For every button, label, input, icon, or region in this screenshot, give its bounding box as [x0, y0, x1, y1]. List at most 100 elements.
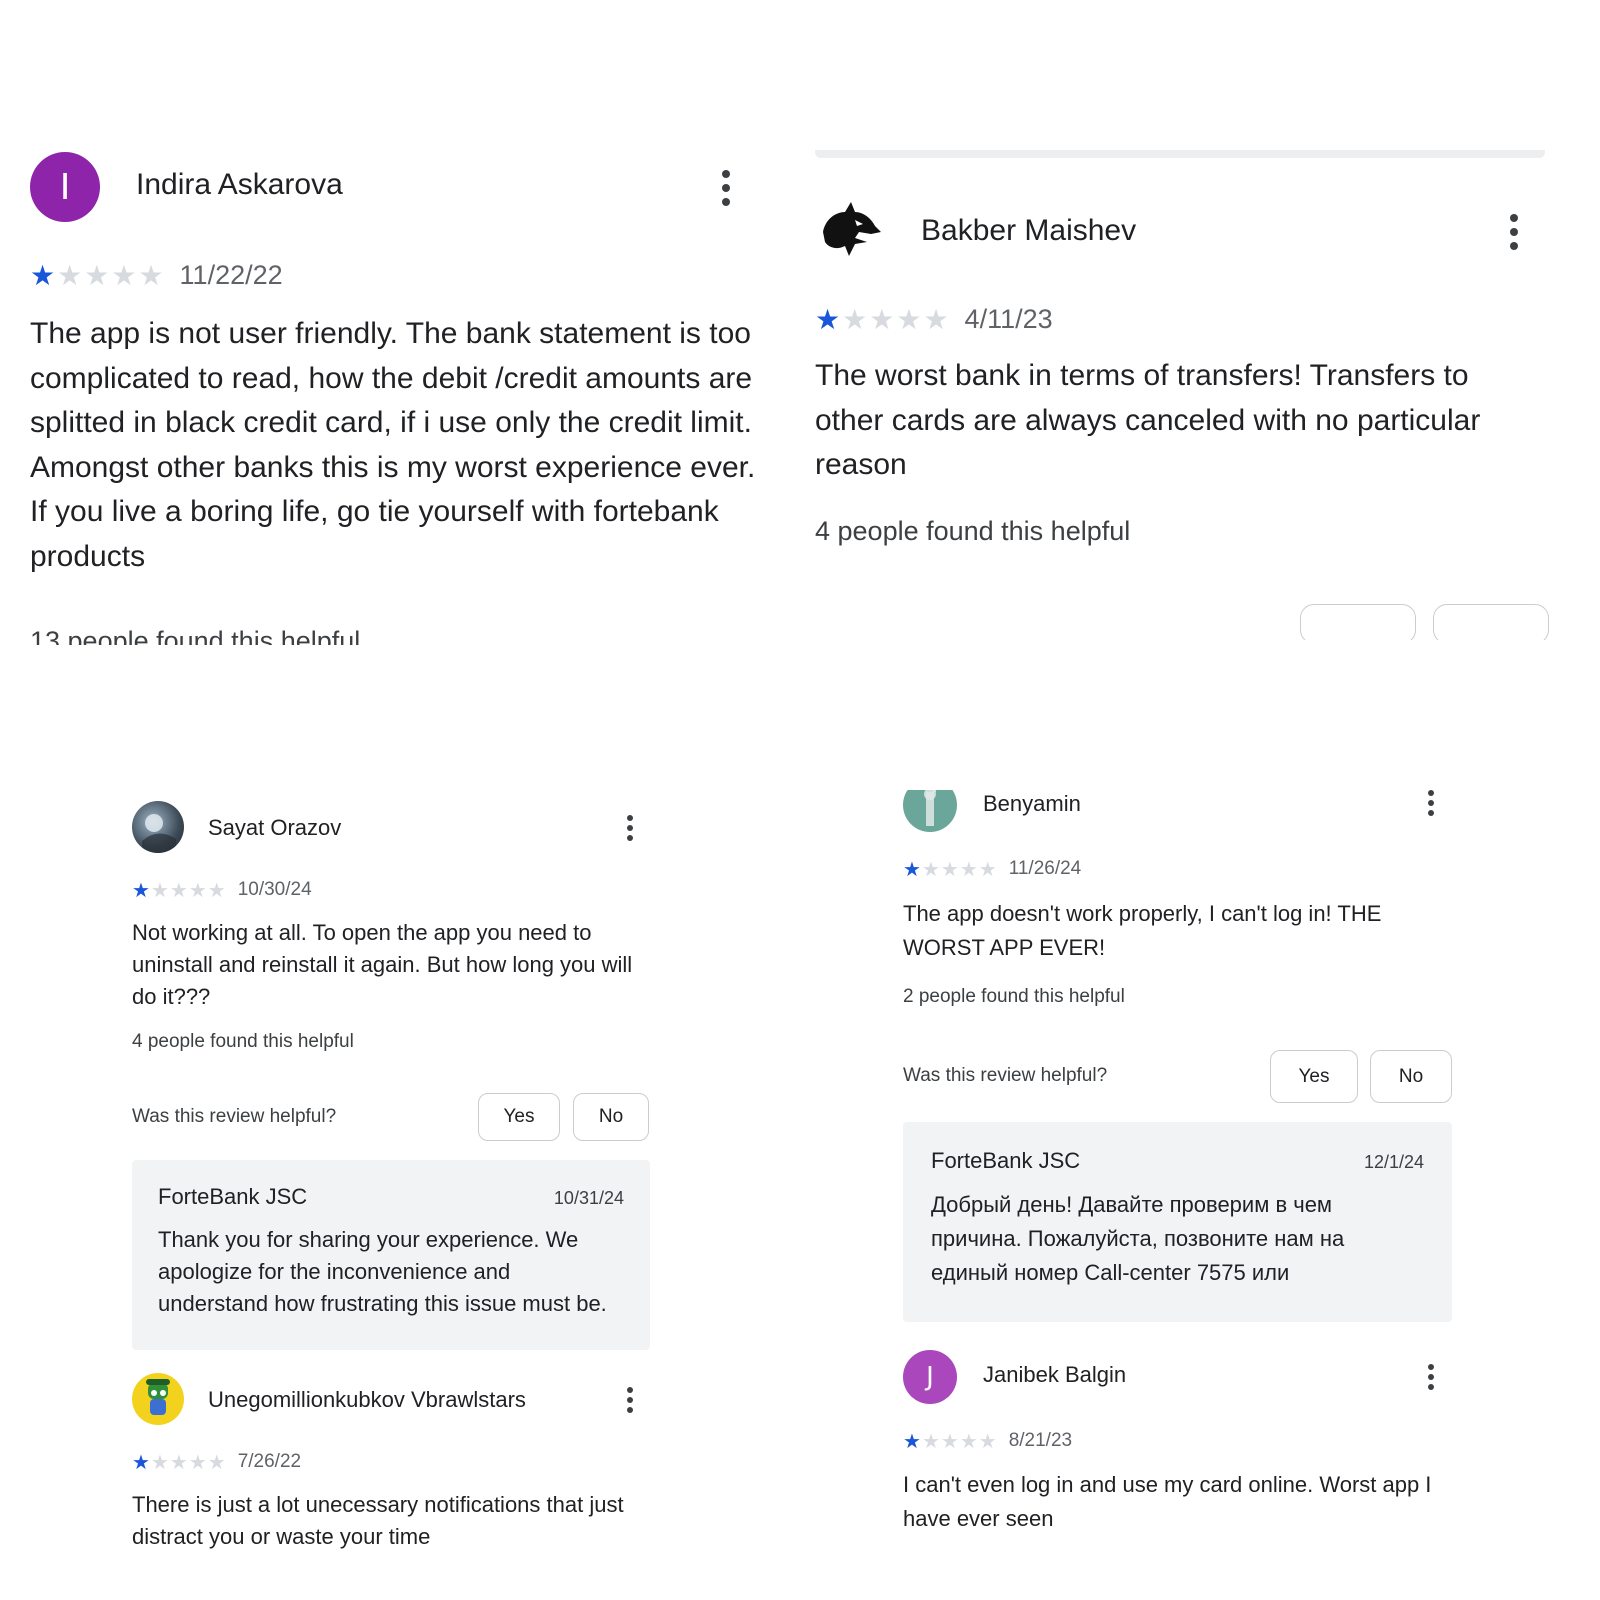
reply-date: 10/31/24 [553, 1188, 624, 1208]
star-filled-icon: ★ [903, 1429, 921, 1453]
reply-text: Thank you for sharing your experience. W… [158, 1227, 607, 1316]
star-empty-icon: ★ [188, 1450, 207, 1474]
helpful-count: 4 people found this helpful [815, 516, 1131, 546]
star-empty-icon: ★ [978, 1429, 997, 1453]
star-empty-icon: ★ [940, 1429, 959, 1453]
review-text: I can't even log in and use my card onli… [903, 1472, 1432, 1531]
rating-row: ★ ★ ★ ★ ★ 10/30/24 [132, 879, 312, 901]
star-empty-icon: ★ [57, 258, 83, 292]
star-empty-icon: ★ [150, 878, 169, 902]
review-text: The app doesn't work properly, I can't l… [903, 901, 1382, 960]
avatar [132, 801, 184, 853]
star-empty-icon: ★ [978, 857, 997, 881]
rating-row: ★ ★ ★ ★ ★ 7/26/22 [132, 1451, 301, 1473]
star-rating: ★ ★ ★ ★ ★ [132, 1452, 226, 1472]
more-options-icon[interactable] [625, 815, 635, 841]
star-empty-icon: ★ [842, 302, 868, 336]
developer-reply: ForteBank JSC 12/1/24 Добрый день! Давай… [903, 1122, 1452, 1322]
wolf-icon [823, 202, 881, 256]
rating-row: ★ ★ ★ ★ ★ 11/22/22 [30, 260, 283, 291]
star-filled-icon: ★ [132, 1450, 150, 1474]
star-rating: ★ ★ ★ ★ ★ [903, 859, 997, 879]
helpful-question: Was this review helpful? [903, 1065, 1108, 1086]
yes-button[interactable]: Yes [478, 1093, 560, 1141]
reply-author: ForteBank JSC [931, 1148, 1081, 1173]
star-rating: ★ ★ ★ ★ ★ [132, 880, 226, 900]
review-date: 7/26/22 [237, 1451, 302, 1472]
helpful-count: 4 people found this helpful [132, 1031, 354, 1052]
star-empty-icon: ★ [896, 302, 922, 336]
star-filled-icon: ★ [903, 857, 921, 881]
statue-avatar-icon [924, 790, 936, 826]
reviewer-name: Bakber Maishev [921, 214, 1137, 247]
no-button[interactable]: No [573, 1093, 649, 1141]
star-filled-icon: ★ [815, 302, 841, 336]
star-empty-icon: ★ [169, 878, 188, 902]
star-empty-icon: ★ [869, 302, 895, 336]
rating-row: ★ ★ ★ ★ ★ 4/11/23 [815, 304, 1053, 335]
star-empty-icon: ★ [921, 1429, 940, 1453]
review-date: 11/22/22 [179, 260, 283, 290]
star-empty-icon: ★ [921, 857, 940, 881]
reviewer-name: Sayat Orazov [208, 815, 342, 840]
reviewer-name: Indira Askarova [136, 168, 343, 201]
star-empty-icon: ★ [188, 878, 207, 902]
reviewer-name: Janibek Balgin [983, 1362, 1127, 1387]
review-date: 4/11/23 [964, 304, 1053, 334]
star-empty-icon: ★ [138, 258, 164, 292]
star-empty-icon: ★ [959, 1429, 978, 1453]
reviewer-name: Benyamin [983, 791, 1081, 816]
no-button[interactable]: No [1370, 1050, 1452, 1103]
no-button[interactable] [1433, 604, 1549, 640]
star-empty-icon: ★ [923, 302, 949, 336]
screenshot-bottom-right: Benyamin ★ ★ ★ ★ ★ 11/26/24 The app does… [903, 790, 1473, 1600]
review-text: The worst bank in terms of transfers! Tr… [815, 359, 1481, 481]
reply-author: ForteBank JSC [158, 1184, 308, 1209]
star-filled-icon: ★ [30, 258, 56, 292]
star-rating: ★ ★ ★ ★ ★ [30, 258, 164, 292]
avatar [903, 790, 957, 832]
screenshot-top-left: I Indira Askarova ★ ★ ★ ★ ★ 11/22/22 The… [0, 130, 790, 645]
avatar [815, 198, 885, 268]
review-text: The app is not user friendly. The bank s… [30, 317, 756, 573]
star-filled-icon: ★ [132, 878, 150, 902]
more-options-icon[interactable] [625, 1387, 635, 1413]
star-empty-icon: ★ [111, 258, 137, 292]
avatar-initial: J [926, 1362, 934, 1392]
developer-reply: ForteBank JSC 10/31/24 Thank you for sha… [132, 1160, 650, 1350]
avatar [132, 1373, 184, 1425]
review-date: 8/21/23 [1008, 1430, 1073, 1451]
screenshot-bottom-left: Sayat Orazov ★ ★ ★ ★ ★ 10/30/24 Not work… [132, 795, 672, 1595]
photo-avatar-icon [142, 814, 176, 853]
star-empty-icon: ★ [84, 258, 110, 292]
yes-button[interactable] [1300, 604, 1416, 640]
more-options-icon[interactable] [1426, 790, 1436, 816]
review-text: Not working at all. To open the app you … [132, 920, 633, 1009]
more-options-icon[interactable] [719, 170, 733, 206]
review-date: 11/26/24 [1008, 858, 1082, 879]
rating-row: ★ ★ ★ ★ ★ 11/26/24 [903, 858, 1081, 880]
star-empty-icon: ★ [207, 1450, 226, 1474]
star-empty-icon: ★ [959, 857, 978, 881]
more-options-icon[interactable] [1507, 214, 1521, 250]
reviewer-name: Unegomillionkubkov Vbrawlstars [208, 1387, 526, 1412]
avatar-initial: I [59, 166, 71, 208]
star-rating: ★ ★ ★ ★ ★ [903, 1431, 997, 1451]
rating-row: ★ ★ ★ ★ ★ 8/21/23 [903, 1430, 1072, 1452]
screenshot-top-right: Bakber Maishev ★ ★ ★ ★ ★ 4/11/23 The wor… [815, 150, 1575, 640]
yes-button[interactable]: Yes [1270, 1050, 1358, 1103]
review-text: There is just a lot unecessary notificat… [132, 1492, 624, 1549]
more-options-icon[interactable] [1426, 1364, 1436, 1390]
helpful-question: Was this review helpful? [132, 1106, 337, 1127]
helpful-count: 13 people found this helpful [30, 626, 361, 645]
divider [815, 150, 1545, 158]
star-empty-icon: ★ [207, 878, 226, 902]
avatar: I [30, 152, 100, 222]
star-empty-icon: ★ [940, 857, 959, 881]
star-empty-icon: ★ [150, 1450, 169, 1474]
reply-date: 12/1/24 [1363, 1152, 1424, 1172]
helpful-count: 2 people found this helpful [903, 986, 1125, 1007]
review-date: 10/30/24 [237, 879, 312, 900]
reply-text: Добрый день! Давайте проверим в чем прич… [931, 1192, 1345, 1285]
avatar: J [903, 1350, 957, 1404]
